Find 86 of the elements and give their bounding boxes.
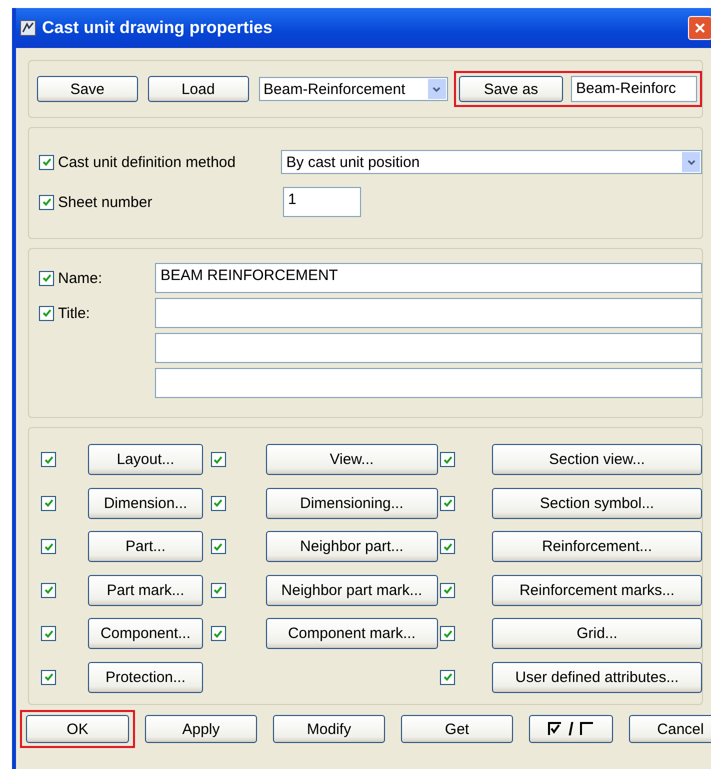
check-icon <box>213 542 224 552</box>
check-icon <box>442 672 452 682</box>
dialog-button[interactable]: Apply <box>145 715 257 743</box>
checkbox[interactable] <box>210 496 226 511</box>
check-icon <box>442 498 452 508</box>
check-icon <box>442 628 452 639</box>
settings-button[interactable]: Reinforcement marks... <box>492 574 702 606</box>
checkbox[interactable] <box>440 670 455 685</box>
settings-button[interactable]: Dimension... <box>88 488 203 519</box>
check-icon <box>44 672 54 682</box>
settings-button[interactable]: Protection... <box>88 662 203 693</box>
checkbox[interactable] <box>440 452 455 468</box>
unchecked-box-icon <box>580 722 594 736</box>
text-field[interactable] <box>155 368 702 398</box>
settings-button[interactable]: Neighbor part... <box>266 531 438 562</box>
checkbox[interactable] <box>210 582 226 598</box>
check-icon <box>442 454 452 465</box>
settings-button[interactable]: User defined attributes... <box>492 662 702 693</box>
checkbox[interactable] <box>41 626 56 642</box>
checkbox[interactable] <box>39 194 54 210</box>
check-icon <box>44 454 54 465</box>
checkbox[interactable] <box>41 496 56 511</box>
close-button[interactable] <box>688 16 711 40</box>
check-icon <box>42 308 52 318</box>
settings-button[interactable]: Reinforcement... <box>492 531 702 562</box>
sheet-number-field[interactable]: 1 <box>283 187 361 217</box>
check-icon <box>42 197 52 207</box>
save-as-field[interactable]: Beam-Reinforc <box>570 76 697 102</box>
app-icon <box>20 20 36 36</box>
check-icon <box>442 542 452 552</box>
check-icon <box>442 585 452 596</box>
checkbox[interactable] <box>41 452 56 468</box>
settings-button[interactable]: Section symbol... <box>492 488 702 519</box>
option-label: Sheet number <box>58 194 154 210</box>
checkbox[interactable] <box>440 582 455 598</box>
checkbox[interactable] <box>39 154 54 170</box>
settings-button[interactable]: Part... <box>88 531 203 562</box>
check-icon <box>44 585 54 596</box>
ok-button[interactable]: OK <box>26 715 129 743</box>
check-icon <box>44 628 54 639</box>
load-button[interactable]: Load <box>148 76 249 102</box>
check-icon <box>44 498 54 508</box>
settings-button[interactable]: Layout... <box>88 444 203 476</box>
dialog-button[interactable]: Get <box>401 715 513 743</box>
method-dropdown[interactable]: By cast unit position <box>281 150 702 174</box>
settings-button[interactable]: Dimensioning... <box>266 488 438 519</box>
toggle-all-button[interactable]: / <box>529 715 613 743</box>
settings-button[interactable]: Grid... <box>492 618 702 650</box>
check-icon <box>42 273 52 283</box>
checkbox[interactable] <box>41 539 56 554</box>
check-icon <box>213 454 224 465</box>
settings-button[interactable]: Section view... <box>492 444 702 476</box>
check-icon <box>44 542 54 552</box>
save-button[interactable]: Save <box>37 76 138 102</box>
settings-button[interactable]: Part mark... <box>88 574 203 606</box>
text-field[interactable] <box>155 333 702 363</box>
checkbox[interactable] <box>210 626 226 642</box>
settings-button[interactable]: View... <box>266 444 438 476</box>
dialog-button[interactable]: Modify <box>273 715 385 743</box>
text-field[interactable] <box>155 298 702 328</box>
checkbox[interactable] <box>440 626 455 642</box>
checkbox[interactable] <box>210 539 226 554</box>
dialog-button[interactable]: Cancel <box>629 715 711 743</box>
check-icon <box>42 157 52 167</box>
checkbox[interactable] <box>210 452 226 468</box>
check-icon <box>213 498 224 508</box>
check-icon <box>213 585 224 596</box>
checked-box-icon <box>548 722 562 736</box>
check-icon <box>213 628 224 639</box>
settings-button[interactable]: Neighbor part mark... <box>266 574 438 606</box>
close-icon <box>694 22 706 34</box>
checkbox[interactable] <box>440 539 455 554</box>
checkbox[interactable] <box>41 582 56 598</box>
preset-dropdown[interactable]: Beam-Reinforcement <box>258 77 448 101</box>
option-label: Cast unit definition method <box>58 154 237 170</box>
field-label: Title: <box>58 304 90 322</box>
settings-button[interactable]: Component... <box>88 618 203 650</box>
text-field[interactable]: BEAM REINFORCEMENT <box>155 263 702 293</box>
checkbox[interactable] <box>440 496 455 511</box>
save-as-button[interactable]: Save as <box>458 76 563 102</box>
checkbox[interactable] <box>41 670 56 685</box>
field-label: Name: <box>58 270 102 286</box>
window-title: Cast unit drawing properties <box>42 18 274 38</box>
checkbox[interactable] <box>39 306 54 320</box>
settings-button[interactable]: Component mark... <box>266 618 438 650</box>
checkbox[interactable] <box>39 270 54 286</box>
